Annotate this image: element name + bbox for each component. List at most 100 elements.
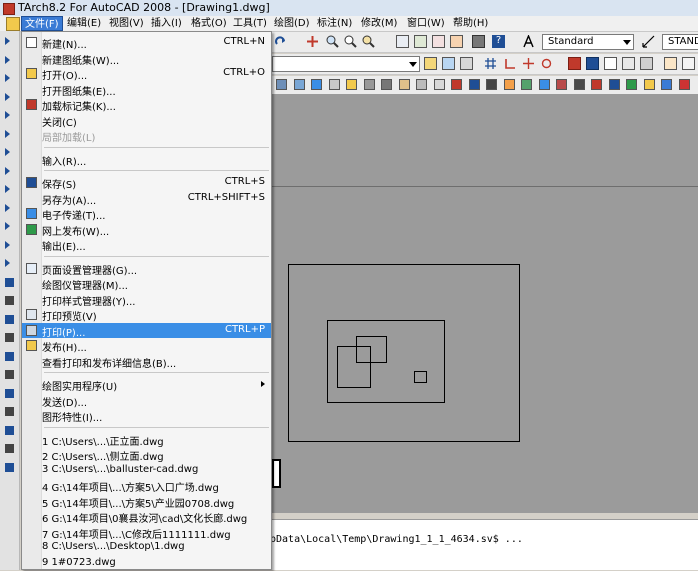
file-menu-item[interactable]: 发布(H)... [22, 338, 271, 354]
app-icon[interactable] [3, 3, 15, 15]
file-menu-item[interactable]: 新建图纸集(W)... [22, 51, 271, 67]
tool-icon[interactable] [5, 351, 14, 361]
calculator-icon[interactable] [472, 35, 485, 48]
array-icon[interactable] [661, 79, 672, 90]
file-menu-item[interactable]: 关闭(C) [22, 113, 271, 129]
menu-2[interactable]: 视图(V) [106, 16, 147, 31]
trim-icon[interactable] [608, 79, 620, 90]
copy-icon[interactable] [503, 79, 515, 90]
window-tool-icon[interactable] [622, 57, 635, 70]
small-square-b[interactable] [337, 346, 371, 388]
file-menu-item[interactable]: 打印(P)... CTRL+P [22, 322, 271, 339]
eye-icon[interactable] [486, 79, 497, 90]
file-menu-item[interactable]: 图形特性(I)... [22, 408, 271, 424]
expand-arrow-icon[interactable] [5, 185, 10, 193]
tool-icon[interactable] [5, 444, 14, 453]
fillet-icon[interactable] [643, 79, 655, 90]
text-style-icon[interactable] [522, 34, 535, 48]
layer-previous-icon[interactable] [442, 57, 455, 70]
view-icon[interactable] [468, 79, 480, 90]
text-style-select[interactable]: Standard [542, 34, 634, 50]
file-menu-item[interactable]: 查看打印和发布详细信息(B)... [22, 354, 271, 370]
drawing-canvas[interactable] [272, 94, 698, 513]
design-center-icon[interactable] [414, 35, 427, 48]
file-menu-item[interactable]: 打印预览(V) [22, 307, 271, 323]
tool-icon[interactable] [5, 370, 14, 379]
layer-states-icon[interactable] [460, 57, 473, 70]
scale-icon[interactable] [556, 79, 567, 90]
expand-arrow-icon[interactable] [5, 148, 10, 156]
box-icon[interactable] [328, 79, 340, 90]
tool-icon[interactable] [5, 333, 14, 342]
expand-arrow-icon[interactable] [5, 111, 10, 119]
pline-icon[interactable] [293, 79, 305, 90]
menu-8[interactable]: 修改(M) [358, 16, 400, 31]
file-menu-item[interactable]: 2 C:\Users\...\侧立面.dwg [22, 447, 271, 463]
menu-6[interactable]: 绘图(D) [271, 16, 313, 31]
expand-arrow-icon[interactable] [5, 259, 10, 267]
properties-icon[interactable] [396, 35, 409, 48]
file-menu-item[interactable]: 发送(D)... [22, 393, 271, 409]
menu-5[interactable]: 工具(T) [230, 16, 270, 31]
expand-arrow-icon[interactable] [5, 240, 10, 249]
area-tool-icon[interactable] [664, 57, 677, 70]
help-icon[interactable]: ? [492, 35, 505, 48]
expand-arrow-icon[interactable] [5, 74, 10, 82]
table-icon[interactable] [398, 79, 410, 90]
hatch-icon[interactable] [346, 79, 357, 90]
extend-icon[interactable] [626, 79, 637, 90]
menu-1[interactable]: 编辑(E) [64, 16, 104, 31]
tool-icon[interactable] [5, 425, 14, 435]
expand-arrow-icon[interactable] [5, 55, 10, 64]
file-menu-item[interactable]: 另存为(A)... CTRL+SHIFT+S [22, 191, 271, 207]
file-menu-item[interactable]: 输出(E)... [22, 237, 271, 253]
tool-icon[interactable] [5, 277, 14, 287]
file-menu-item[interactable]: 电子传递(T)... [22, 206, 271, 222]
dim-style-icon[interactable] [642, 35, 655, 48]
menu-0[interactable]: 文件(F) [21, 16, 63, 31]
sheet-set-icon[interactable] [450, 35, 463, 48]
pan-icon[interactable] [306, 35, 319, 48]
stair-tool-icon[interactable] [640, 57, 653, 70]
file-menu-item[interactable]: 5 G:\14年项目\...\方案5\产业园0708.dwg [22, 494, 271, 510]
layout-tab-stub[interactable] [272, 459, 281, 488]
ortho-icon[interactable] [522, 57, 535, 70]
wall-icon[interactable] [276, 79, 287, 90]
zoom-realtime-icon[interactable] [326, 35, 339, 48]
file-menu-item[interactable]: 4 G:\14年项目\...\方案5\入口广场.dwg [22, 478, 271, 494]
command-line[interactable]: pData\Local\Temp\Drawing1_1_1_4634.sv$ .… [270, 519, 698, 570]
expand-arrow-icon[interactable] [5, 203, 10, 212]
file-menu-item[interactable]: 打印样式管理器(Y)... [22, 292, 271, 308]
text-icon[interactable] [416, 79, 427, 90]
menu-7[interactable]: 标注(N) [314, 16, 355, 31]
tool-icon[interactable] [5, 314, 14, 324]
menu-10[interactable]: 帮助(H) [450, 16, 491, 31]
menu-3[interactable]: 插入(I) [148, 16, 185, 31]
tool-icon[interactable] [5, 296, 14, 305]
door-tool-icon[interactable] [604, 57, 617, 70]
file-menu-item[interactable]: 打开图纸集(E)... [22, 82, 271, 98]
menu-9[interactable]: 窗口(W) [404, 16, 448, 31]
file-menu-item[interactable]: 打开(O)... CTRL+O [22, 66, 271, 82]
block-icon[interactable] [363, 79, 375, 90]
file-menu-item[interactable]: 加载标记集(K)... [22, 97, 271, 113]
layer-select[interactable] [272, 56, 420, 72]
layer-manager-icon[interactable] [424, 57, 437, 70]
menu-4[interactable]: 格式(O) [188, 16, 230, 31]
file-menu-item[interactable]: 3 C:\Users\...\balluster-cad.dwg [22, 463, 271, 478]
dim-style-select[interactable]: STANDA [662, 34, 698, 50]
zoom-window-icon[interactable] [344, 35, 357, 48]
insert-icon[interactable] [433, 79, 445, 90]
snap-icon[interactable] [504, 57, 517, 70]
point-icon[interactable] [381, 79, 392, 90]
tool-icon[interactable] [5, 462, 14, 472]
file-menu-item[interactable]: 1 C:\Users\...\正立面.dwg [22, 432, 271, 448]
file-menu-item[interactable]: 新建(N)... CTRL+N [22, 35, 271, 51]
expand-arrow-icon[interactable] [5, 166, 10, 175]
tiny-square[interactable] [414, 371, 427, 383]
zoom-previous-icon[interactable] [362, 35, 375, 48]
move-icon[interactable] [521, 79, 532, 90]
file-menu-item[interactable]: 6 G:\14年项目\0襄县汝河\cad\文化长廊.dwg [22, 509, 271, 525]
layer-icon[interactable] [451, 79, 462, 90]
file-menu-item[interactable]: 8 C:\Users\...\Desktop\1.dwg [22, 540, 271, 555]
